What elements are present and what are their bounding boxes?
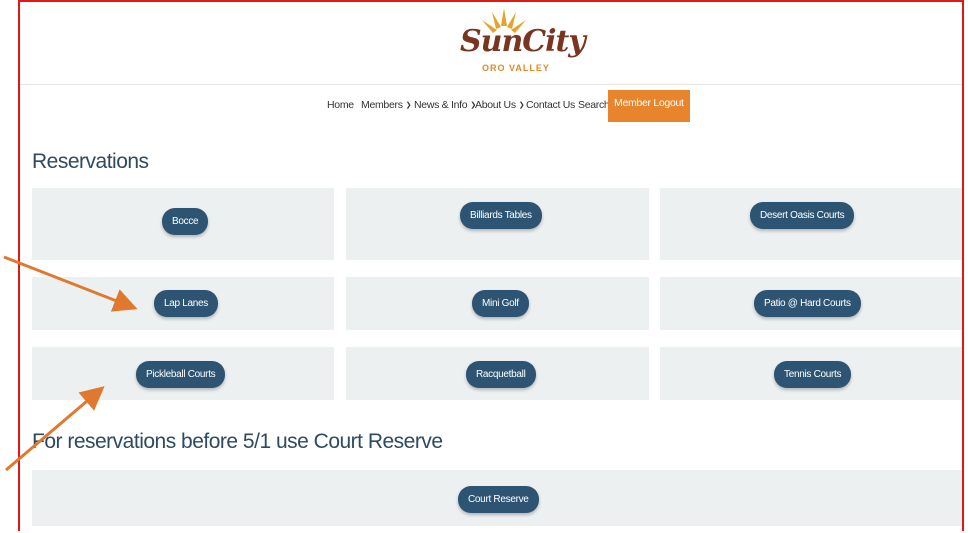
chevron-down-icon: ❯: [518, 102, 525, 109]
reservation-tile: Tennis Courts: [660, 347, 962, 400]
reservation-tile: Mini Golf: [346, 277, 649, 330]
pickleball-courts-button[interactable]: Pickleball Courts: [136, 361, 226, 388]
nav-news[interactable]: News & Info ❯: [414, 94, 476, 120]
nav-home-label: Home: [327, 99, 354, 111]
nav-contact-label: Contact Us: [526, 99, 575, 111]
mini-golf-button[interactable]: Mini Golf: [472, 290, 529, 317]
nav-members[interactable]: Members ❯: [361, 94, 412, 120]
racquetball-button[interactable]: Racquetball: [466, 361, 536, 388]
nav-about-label: About Us: [475, 99, 516, 111]
member-logout-label: Member Logout: [614, 97, 684, 109]
reservation-tile: Patio @ Hard Courts: [660, 277, 962, 330]
reservation-tile: Bocce: [32, 188, 334, 260]
nav-members-label: Members: [361, 99, 403, 111]
lap-lanes-button[interactable]: Lap Lanes: [154, 290, 219, 317]
patio-hard-courts-button[interactable]: Patio @ Hard Courts: [754, 290, 861, 317]
reservation-tile: Racquetball: [346, 347, 649, 400]
nav-about[interactable]: About Us ❯: [475, 94, 525, 120]
reservation-tile: Pickleball Courts: [32, 347, 334, 400]
nav-search-label: Search: [578, 99, 610, 111]
reservation-tile: Lap Lanes: [32, 277, 334, 330]
logo-subtitle: ORO VALLEY: [482, 63, 550, 73]
desert-oasis-courts-button[interactable]: Desert Oasis Courts: [750, 202, 855, 229]
tennis-courts-button[interactable]: Tennis Courts: [774, 361, 852, 388]
chevron-down-icon: ❯: [405, 102, 412, 109]
billiards-tables-button[interactable]: Billiards Tables: [460, 202, 542, 229]
logo-title[interactable]: SunCity: [460, 24, 586, 59]
header-divider: [20, 84, 962, 85]
bocce-button[interactable]: Bocce: [162, 208, 209, 235]
member-logout-button[interactable]: Member Logout: [608, 90, 690, 122]
nav-home[interactable]: Home: [327, 94, 354, 120]
main-nav: Home Members ❯ News & Info ❯ About Us ❯ Con…: [20, 90, 962, 122]
page-title: Reservations: [32, 150, 149, 173]
court-reserve-tile: Court Reserve: [32, 470, 962, 526]
reservation-tile: Desert Oasis Courts: [660, 188, 962, 260]
nav-contact[interactable]: Contact Us: [526, 94, 575, 120]
page-frame: SunCity ORO VALLEY Home Members ❯ News & …: [18, 0, 964, 531]
nav-search[interactable]: Search: [578, 94, 610, 120]
section-heading: For reservations before 5/1 use Court Re…: [32, 430, 443, 453]
nav-news-label: News & Info: [414, 99, 468, 111]
reservation-tile: Billiards Tables: [346, 188, 649, 260]
court-reserve-button[interactable]: Court Reserve: [458, 486, 539, 513]
